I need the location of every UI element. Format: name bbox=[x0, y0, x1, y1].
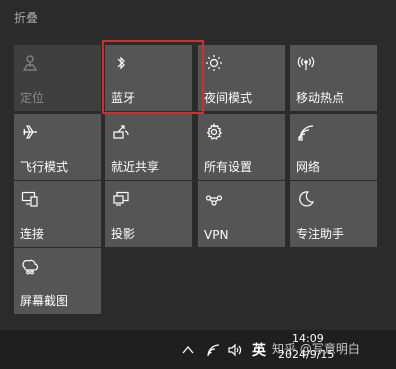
tile-label: 蓝牙 bbox=[111, 91, 136, 105]
airplane-icon bbox=[20, 122, 40, 142]
tile-airplane-mode[interactable]: 飞行模式 bbox=[14, 114, 101, 180]
tile-label: 夜间模式 bbox=[204, 91, 253, 105]
tile-label: 连接 bbox=[20, 227, 45, 241]
volume-icon[interactable] bbox=[226, 341, 244, 359]
connect-icon bbox=[20, 189, 40, 209]
wifi-icon[interactable] bbox=[205, 341, 221, 359]
location-icon bbox=[20, 53, 40, 73]
hotspot-icon bbox=[296, 53, 316, 73]
clock-date[interactable]: 2024/9/15 bbox=[278, 348, 334, 361]
tile-label: 定位 bbox=[20, 91, 45, 105]
tile-label: 所有设置 bbox=[204, 160, 253, 174]
tile-screen-snip[interactable]: 屏幕截图 bbox=[14, 248, 101, 314]
tile-network[interactable]: 网络 bbox=[290, 114, 377, 180]
bluetooth-icon bbox=[111, 53, 131, 73]
tile-label: 就近共享 bbox=[111, 160, 160, 174]
action-center-panel: 折叠 定位 蓝牙 夜间模式 移动热点 飞行模式 就近共享 所有设置 网络 连接 … bbox=[0, 0, 396, 330]
tile-vpn[interactable]: VPN bbox=[198, 181, 285, 247]
tile-nearby-share[interactable]: 就近共享 bbox=[105, 114, 192, 180]
collapse-link[interactable]: 折叠 bbox=[14, 9, 38, 26]
tile-label: 移动热点 bbox=[296, 91, 345, 105]
tile-all-settings[interactable]: 所有设置 bbox=[198, 114, 285, 180]
tile-location[interactable]: 定位 bbox=[14, 45, 101, 111]
chevron-up-icon[interactable] bbox=[180, 341, 196, 359]
brightness-icon bbox=[204, 53, 224, 73]
tile-label: 投影 bbox=[111, 227, 136, 241]
tile-label: VPN bbox=[204, 228, 229, 242]
tile-label: 飞行模式 bbox=[20, 160, 69, 174]
network-icon bbox=[296, 122, 316, 142]
tile-label: 专注助手 bbox=[296, 227, 345, 241]
tile-bluetooth[interactable]: 蓝牙 bbox=[105, 45, 192, 111]
tile-label: 屏幕截图 bbox=[20, 294, 69, 308]
clock-time[interactable]: 14:09 bbox=[292, 332, 324, 345]
taskbar: 英 知乎 @写意明白 14:09 2024/9/15 bbox=[0, 330, 396, 369]
tile-mobile-hotspot[interactable]: 移动热点 bbox=[290, 45, 377, 111]
nearby-share-icon bbox=[111, 122, 131, 142]
tile-label: 网络 bbox=[296, 160, 321, 174]
vpn-icon bbox=[204, 189, 224, 209]
ime-indicator[interactable]: 英 bbox=[250, 341, 268, 359]
project-icon bbox=[111, 189, 131, 209]
gear-icon bbox=[204, 122, 224, 142]
moon-icon bbox=[296, 189, 316, 209]
snip-icon bbox=[20, 256, 40, 276]
tile-night-mode[interactable]: 夜间模式 bbox=[198, 45, 285, 111]
tile-connect[interactable]: 连接 bbox=[14, 181, 101, 247]
tile-focus-assist[interactable]: 专注助手 bbox=[290, 181, 377, 247]
tile-project[interactable]: 投影 bbox=[105, 181, 192, 247]
